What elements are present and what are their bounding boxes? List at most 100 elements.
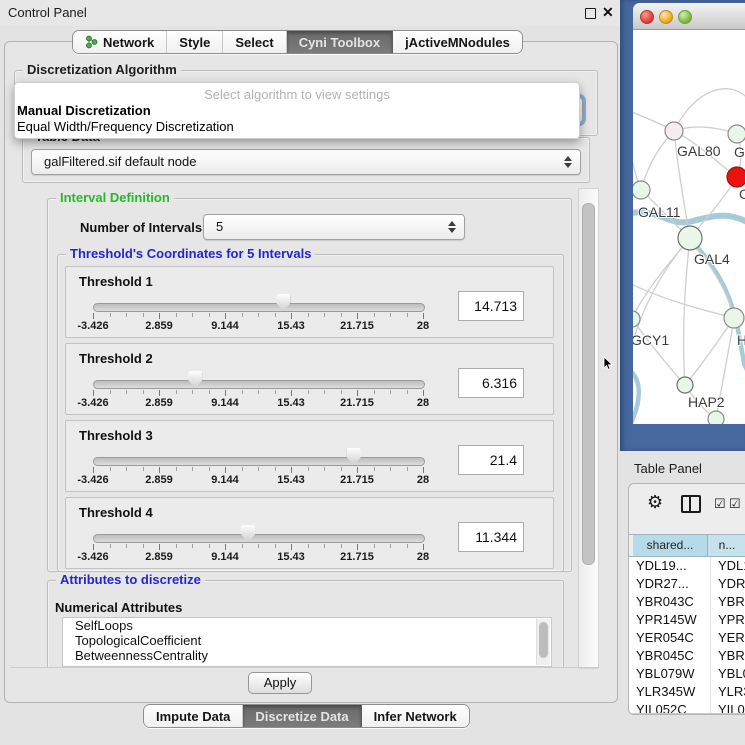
table-cell: YDL19...: [629, 557, 711, 575]
tick-mark: [258, 313, 259, 317]
attribute-item[interactable]: BetweennessCentrality: [63, 648, 551, 663]
tick-mark: [291, 313, 292, 319]
tick-mark: [341, 390, 342, 394]
network-edge: [674, 89, 745, 131]
network-node[interactable]: [708, 411, 724, 424]
scale-label: 28: [417, 320, 429, 332]
scrollbar-thumb[interactable]: [582, 203, 595, 565]
popup-option-manual-discretization[interactable]: Manual Discretization: [17, 103, 151, 118]
table-cell: YPR1: [711, 611, 745, 629]
tick-mark: [374, 390, 375, 394]
scale-label: -3.426: [77, 551, 108, 563]
table-row[interactable]: YPR145WYPR1: [629, 611, 745, 629]
scrollbar-thumb[interactable]: [539, 622, 548, 658]
list-scrollbar[interactable]: [536, 619, 550, 665]
tick-mark: [357, 544, 358, 550]
group-title: Threshold's Coordinates for 5 Intervals: [66, 246, 315, 261]
close-icon[interactable]: ✕: [602, 4, 614, 21]
top-tab-bar: Network Style Select Cyni Toolbox jActiv…: [72, 30, 523, 54]
number-of-intervals-combobox[interactable]: 5: [203, 214, 465, 240]
network-node[interactable]: [665, 122, 683, 140]
attribute-item[interactable]: SelfLoops: [63, 618, 551, 633]
tick-mark: [143, 467, 144, 471]
tick-mark: [407, 390, 408, 394]
tick-mark: [110, 390, 111, 394]
tick-mark: [209, 313, 210, 317]
column-header-name[interactable]: n...: [708, 535, 745, 556]
tab-select[interactable]: Select: [223, 31, 286, 53]
threshold-2-value-field[interactable]: 6.316: [458, 368, 524, 398]
tab-cyni-toolbox[interactable]: Cyni Toolbox: [287, 31, 393, 53]
split-columns-icon[interactable]: [681, 495, 701, 513]
tab-network[interactable]: Network: [73, 31, 167, 53]
tab-jactivemnodules[interactable]: jActiveMNodules: [393, 31, 522, 53]
table-row[interactable]: YDL19...YDL1: [629, 557, 745, 575]
tab-label: Impute Data: [156, 709, 230, 724]
tab-style[interactable]: Style: [167, 31, 223, 53]
close-traffic-light-icon[interactable]: [640, 10, 654, 24]
numerical-attributes-list[interactable]: SelfLoopsTopologicalCoefficientBetweenne…: [62, 617, 552, 667]
tick-mark: [143, 313, 144, 317]
tab-impute-data[interactable]: Impute Data: [144, 705, 243, 727]
tab-discretize-data[interactable]: Discretize Data: [243, 705, 361, 727]
threshold-4-value-field[interactable]: 11.344: [458, 522, 524, 552]
viewport-divider: [10, 667, 598, 668]
table-row[interactable]: YER054CYER0: [629, 629, 745, 647]
threshold-3-value-field[interactable]: 21.4: [458, 445, 524, 475]
table-row[interactable]: YLR345WYLR3: [629, 683, 745, 701]
table-row[interactable]: YDR27...YDR2: [629, 575, 745, 593]
network-node[interactable]: [724, 308, 744, 328]
network-window-titlebar[interactable]: [633, 3, 745, 30]
scale-label: 9.144: [211, 474, 239, 486]
float-panel-icon[interactable]: [585, 8, 596, 19]
tick-mark: [258, 544, 259, 548]
tab-infer-network[interactable]: Infer Network: [362, 705, 469, 727]
threshold-1-value-field[interactable]: 14.713: [458, 291, 524, 321]
tick-mark: [275, 313, 276, 317]
table-hscrollbar[interactable]: [629, 713, 745, 715]
combo-arrows-icon: [448, 221, 456, 233]
network-node[interactable]: [728, 125, 745, 143]
scale-label: 9.144: [211, 320, 239, 332]
table-data-combobox[interactable]: galFiltered.sif default node: [31, 149, 581, 175]
scale-label: 21.715: [340, 551, 374, 563]
tab-label: Select: [235, 35, 273, 50]
network-node[interactable]: [677, 377, 693, 393]
attribute-item[interactable]: TopologicalCoefficient: [63, 633, 551, 648]
tab-label: Network: [103, 35, 154, 50]
node-label: GAL11: [638, 204, 681, 220]
checkbox-icon[interactable]: ☑: [714, 496, 726, 512]
group-title: Interval Definition: [56, 190, 174, 205]
tick-mark: [192, 467, 193, 471]
gear-icon[interactable]: ⚙: [647, 492, 663, 513]
table-cell: YBL079W: [629, 665, 711, 683]
network-node[interactable]: [678, 226, 702, 250]
tick-mark: [357, 313, 358, 319]
tick-mark: [390, 544, 391, 548]
tick-mark: [374, 313, 375, 317]
column-header-shared[interactable]: shared...: [633, 535, 708, 556]
scale-label: -3.426: [77, 320, 108, 332]
tick-mark: [209, 544, 210, 548]
minimize-traffic-light-icon[interactable]: [659, 10, 673, 24]
table-header: shared... n...: [629, 534, 745, 557]
tick-mark: [93, 313, 94, 319]
table-row[interactable]: YBL079WYBL0: [629, 665, 745, 683]
table-row[interactable]: YBR045CYBR0: [629, 647, 745, 665]
tick-mark: [176, 544, 177, 548]
tick-mark: [407, 467, 408, 471]
table-row[interactable]: YBR043CYBR0: [629, 593, 745, 611]
network-node[interactable]: [633, 181, 650, 199]
table-panel-title: Table Panel: [634, 461, 702, 476]
tick-mark: [423, 390, 424, 396]
apply-button[interactable]: Apply: [248, 672, 312, 694]
settings-scrollbar[interactable]: [578, 188, 599, 669]
network-node[interactable]: [727, 167, 745, 187]
popup-option-equal-width-frequency[interactable]: Equal Width/Frequency Discretization: [17, 119, 234, 134]
tick-mark: [423, 544, 424, 550]
zoom-traffic-light-icon[interactable]: [678, 10, 692, 24]
tick-mark: [93, 544, 94, 550]
checkbox-icon[interactable]: ☑: [729, 496, 741, 512]
network-canvas[interactable]: GAL80GACGAL11GAL4GCY1HHAP2: [633, 30, 745, 424]
tick-mark: [242, 390, 243, 394]
